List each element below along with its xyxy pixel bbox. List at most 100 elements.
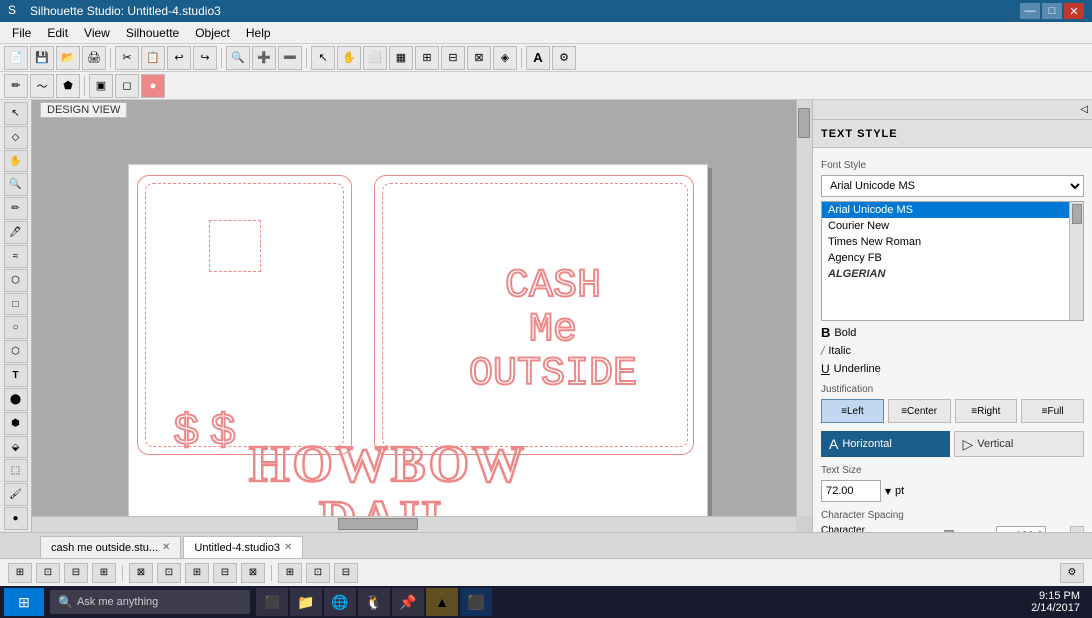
panel-collapse-icon[interactable]: ◁ <box>1080 104 1088 115</box>
pen-tool[interactable]: 🖊 <box>4 221 28 244</box>
tab-close-cash[interactable]: ✕ <box>162 542 170 553</box>
fill-button[interactable]: ▣ <box>89 74 113 98</box>
statusbar-btn-1[interactable]: ⊞ <box>8 563 32 583</box>
text-size-input[interactable] <box>821 480 881 502</box>
print-button[interactable]: 🖨 <box>82 46 106 70</box>
taskbar-vinyl-app[interactable]: ⬛ <box>460 588 492 616</box>
text-button[interactable]: A <box>526 46 550 70</box>
pencil-tool[interactable]: ✏ <box>4 197 28 220</box>
copy-button[interactable]: 📋 <box>141 46 165 70</box>
new-button[interactable]: 📄 <box>4 46 28 70</box>
underline-btn[interactable]: U Underline <box>821 362 881 376</box>
redo-button[interactable]: ↪ <box>193 46 217 70</box>
menu-object[interactable]: Object <box>187 22 238 43</box>
vertical-orientation-button[interactable]: ▷ Vertical <box>954 431 1085 457</box>
font-list-items[interactable]: Arial Unicode MS Courier New Times New R… <box>822 202 1069 320</box>
pan-button[interactable]: ✋ <box>337 46 361 70</box>
minimize-button[interactable]: — <box>1020 3 1040 19</box>
silhouette-tool[interactable]: ⬙ <box>4 436 28 459</box>
menu-help[interactable]: Help <box>238 22 279 43</box>
3d-tool[interactable]: ⬢ <box>4 412 28 435</box>
node-tool[interactable]: ◇ <box>4 126 28 149</box>
statusbar-btn-8[interactable]: ⊟ <box>213 563 237 583</box>
statusbar-btn-5[interactable]: ⊠ <box>129 563 153 583</box>
calligraphy-tool[interactable]: ≈ <box>4 245 28 268</box>
menu-file[interactable]: File <box>4 22 39 43</box>
warp-tool[interactable]: ⬚ <box>4 459 28 482</box>
statusbar-btn-11[interactable]: ⊡ <box>306 563 330 583</box>
taskbar-view-button[interactable]: ⬛ <box>256 588 288 616</box>
taskbar-edge-browser[interactable]: 🌐 <box>324 588 356 616</box>
windows-start-button[interactable]: ⊞ <box>4 588 44 616</box>
tab-untitled[interactable]: Untitled-4.studio3 ✕ <box>183 536 303 558</box>
taskbar-silhouette-app[interactable]: ▲ <box>426 588 458 616</box>
eraser-tool[interactable]: ⬡ <box>4 269 28 292</box>
align-button[interactable]: ⊟ <box>441 46 465 70</box>
justify-left-button[interactable]: ≡ Left <box>821 399 884 423</box>
zoom-tool[interactable]: 🔍 <box>4 173 28 196</box>
vertical-scrollbar[interactable] <box>796 100 812 516</box>
text-tool[interactable]: T <box>4 364 28 387</box>
font-list-scroll-thumb[interactable] <box>1072 204 1082 224</box>
open-button[interactable]: 📂 <box>56 46 80 70</box>
polygon-tool[interactable]: ⬡ <box>4 340 28 363</box>
cut-button[interactable]: ✂ <box>115 46 139 70</box>
close-button[interactable]: ✕ <box>1064 3 1084 19</box>
horizontal-scroll-thumb[interactable] <box>338 518 418 530</box>
char-spacing-up[interactable]: ▲ <box>1070 526 1084 532</box>
justify-right-button[interactable]: ≡ Right <box>955 399 1018 423</box>
statusbar-btn-9[interactable]: ⊠ <box>241 563 265 583</box>
taskbar-store-button[interactable]: 📌 <box>392 588 424 616</box>
statusbar-settings-button[interactable]: ⚙ <box>1060 563 1084 583</box>
pan-tool[interactable]: ✋ <box>4 150 28 173</box>
zoom-out-button[interactable]: ➖ <box>278 46 302 70</box>
zoom-in-button[interactable]: ➕ <box>252 46 276 70</box>
character-spacing-value[interactable] <box>996 526 1046 532</box>
paint-tool[interactable]: 🖌 <box>4 483 28 506</box>
statusbar-btn-4[interactable]: ⊞ <box>92 563 116 583</box>
italic-btn[interactable]: / Italic <box>821 344 881 358</box>
statusbar-btn-10[interactable]: ⊞ <box>278 563 302 583</box>
rectangle-tool[interactable]: □ <box>4 293 28 316</box>
taskbar-file-explorer[interactable]: 📁 <box>290 588 322 616</box>
tab-cash-me-outside[interactable]: cash me outside.stu... ✕ <box>40 536 181 558</box>
menu-view[interactable]: View <box>76 22 118 43</box>
search-bar[interactable]: 🔍 Ask me anything <box>50 590 250 614</box>
taskbar-cortana-button[interactable]: 🐧 <box>358 588 390 616</box>
justify-center-button[interactable]: ≡ Center <box>888 399 951 423</box>
font-item-arial[interactable]: Arial Unicode MS <box>822 202 1069 218</box>
select-button[interactable]: ⬜ <box>363 46 387 70</box>
undo-button[interactable]: ↩ <box>167 46 191 70</box>
horizontal-orientation-button[interactable]: A Horizontal <box>821 431 950 457</box>
statusbar-btn-7[interactable]: ⊞ <box>185 563 209 583</box>
settings-button[interactable]: ⚙ <box>552 46 576 70</box>
bold-btn[interactable]: B Bold <box>821 325 881 340</box>
ungroup-button[interactable]: ⊞ <box>415 46 439 70</box>
color-button[interactable]: ● <box>141 74 165 98</box>
stroke-button[interactable]: ◻ <box>115 74 139 98</box>
font-item-courier[interactable]: Courier New <box>822 218 1069 234</box>
spray-tool[interactable]: ● <box>4 507 28 530</box>
fill-bucket-tool[interactable]: ⬤ <box>4 388 28 411</box>
statusbar-btn-2[interactable]: ⊡ <box>36 563 60 583</box>
vertical-scroll-thumb[interactable] <box>798 108 810 138</box>
statusbar-btn-3[interactable]: ⊟ <box>64 563 88 583</box>
font-item-algerian[interactable]: ALGERIAN <box>822 266 1069 282</box>
horizontal-scrollbar[interactable] <box>32 516 796 532</box>
char-spacing-thumb[interactable] <box>944 530 954 532</box>
snap-button[interactable]: ◈ <box>493 46 517 70</box>
menu-silhouette[interactable]: Silhouette <box>118 22 187 43</box>
draw-button[interactable]: ✏ <box>4 74 28 98</box>
grid-button[interactable]: ⊠ <box>467 46 491 70</box>
shape-button[interactable]: ⬟ <box>56 74 80 98</box>
canvas-area[interactable]: DESIGN VIEW CASHMeOUTSIDE $ $ HOWBOW DAH… <box>32 100 812 532</box>
menu-edit[interactable]: Edit <box>39 22 76 43</box>
font-item-agency[interactable]: Agency FB <box>822 250 1069 266</box>
statusbar-btn-6[interactable]: ⊡ <box>157 563 181 583</box>
font-item-times[interactable]: Times New Roman <box>822 234 1069 250</box>
ellipse-tool[interactable]: ○ <box>4 316 28 339</box>
select-tool[interactable]: ↖ <box>4 102 28 125</box>
maximize-button[interactable]: □ <box>1042 3 1062 19</box>
pointer-button[interactable]: ↖ <box>311 46 335 70</box>
font-style-dropdown[interactable]: Arial Unicode MS <box>821 175 1084 197</box>
